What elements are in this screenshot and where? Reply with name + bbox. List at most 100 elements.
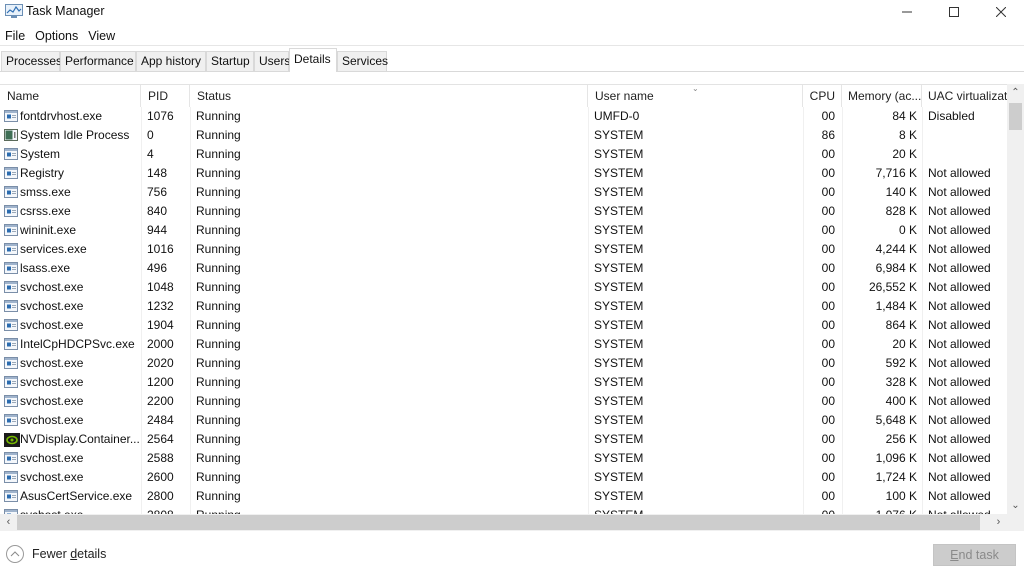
process-memory: 328 K <box>885 375 917 389</box>
tab-performance[interactable]: Performance <box>60 51 136 71</box>
tab-services[interactable]: Services <box>337 51 388 71</box>
footer-bar: Fewer details End task <box>0 531 1024 576</box>
process-pid: 1232 <box>147 299 174 313</box>
table-row[interactable]: lsass.exe 496 Running SYSTEM 00 6,984 K Not al… <box>0 259 1007 278</box>
process-cpu: 00 <box>821 280 835 294</box>
table-row[interactable]: svchost.exe 2484 Running SYSTEM 00 5,648 K Not… <box>0 411 1007 430</box>
process-name: System Idle Process <box>20 128 130 142</box>
table-row[interactable]: smss.exe 756 Running SYSTEM 00 140 K Not allow… <box>0 183 1007 202</box>
process-user-name: SYSTEM <box>594 375 644 389</box>
process-pid: 2020 <box>147 356 174 370</box>
tab-details[interactable]: Details <box>289 48 337 72</box>
process-pid: 1048 <box>147 280 174 294</box>
scroll-right-arrow-icon[interactable]: › <box>990 514 1007 531</box>
process-name: fontdrvhost.exe <box>20 109 103 123</box>
end-task-label: nd task <box>958 548 999 562</box>
scroll-up-arrow-icon[interactable]: ⌃ <box>1007 84 1024 101</box>
tab-processes[interactable]: Processes <box>1 51 62 71</box>
process-pid: 2564 <box>147 432 174 446</box>
process-cpu: 00 <box>821 242 835 256</box>
table-row[interactable]: IntelCpHDCPSvc.exe 2000 Running SYSTEM 00 20 … <box>0 335 1007 354</box>
vertical-scroll-thumb[interactable] <box>1009 103 1022 130</box>
table-row[interactable]: fontdrvhost.exe 1076 Running UMFD-0 00 84 K Di… <box>0 107 1007 126</box>
process-status: Running <box>196 223 241 237</box>
table-row[interactable]: svchost.exe 2600 Running SYSTEM 00 1,724 K Not… <box>0 468 1007 487</box>
table-row[interactable]: svchost.exe 1200 Running SYSTEM 00 328 K Not a… <box>0 373 1007 392</box>
maximize-button[interactable] <box>931 0 977 24</box>
process-status: Running <box>196 204 241 218</box>
process-user-name: SYSTEM <box>594 261 644 275</box>
process-pid: 4 <box>147 147 154 161</box>
menu-view[interactable]: View <box>83 27 120 45</box>
process-pid: 0 <box>147 128 154 142</box>
process-name: csrss.exe <box>20 204 71 218</box>
column-header-status[interactable]: Status <box>190 85 588 107</box>
table-row[interactable]: svchost.exe 1048 Running SYSTEM 00 26,552 K No… <box>0 278 1007 297</box>
table-row[interactable]: svchost.exe 2808 Running SYSTEM 00 1,076 K Not… <box>0 506 1007 514</box>
table-row[interactable]: Registry 148 Running SYSTEM 00 7,716 K Not all… <box>0 164 1007 183</box>
close-button[interactable] <box>978 0 1024 24</box>
process-uac-virtualization <box>928 126 1007 145</box>
process-cpu: 00 <box>821 356 835 370</box>
end-task-button[interactable]: End task <box>933 544 1016 566</box>
tab-users[interactable]: Users <box>254 51 290 71</box>
table-row[interactable]: csrss.exe 840 Running SYSTEM 00 828 K Not allo… <box>0 202 1007 221</box>
process-memory: 4,244 K <box>875 242 917 256</box>
process-status: Running <box>196 166 241 180</box>
maximize-icon <box>949 7 959 17</box>
table-row[interactable]: System 4 Running SYSTEM 00 20 K <box>0 145 1007 164</box>
tab-strip-divider <box>0 71 1024 72</box>
close-icon <box>996 7 1006 17</box>
column-header-uac-virtualization[interactable]: UAC virtualizati <box>922 85 1007 107</box>
process-name: svchost.exe <box>20 318 84 332</box>
process-user-name: SYSTEM <box>594 413 644 427</box>
end-task-accelerator: E <box>950 548 959 562</box>
process-cpu: 00 <box>821 204 835 218</box>
column-header-name[interactable]: Name <box>0 85 141 107</box>
process-uac-virtualization <box>928 145 1007 164</box>
process-user-name: SYSTEM <box>594 318 644 332</box>
tab-startup[interactable]: Startup <box>206 51 254 71</box>
app-window-icon <box>4 300 18 312</box>
process-user-name: SYSTEM <box>594 166 644 180</box>
app-window-icon <box>4 224 18 236</box>
table-row[interactable]: System Idle Process 0 Running SYSTEM 86 8 K <box>0 126 1007 145</box>
process-cpu: 00 <box>821 375 835 389</box>
table-row[interactable]: svchost.exe 1232 Running SYSTEM 00 1,484 K Not… <box>0 297 1007 316</box>
process-user-name: SYSTEM <box>594 299 644 313</box>
column-header-memory[interactable]: Memory (ac... <box>842 85 922 107</box>
table-header: Name PID Status User name CPU Memory (ac… <box>0 85 1007 107</box>
minimize-button[interactable] <box>884 0 930 24</box>
process-user-name: SYSTEM <box>594 432 644 446</box>
app-window-icon <box>4 471 18 483</box>
process-status: Running <box>196 432 241 446</box>
horizontal-scroll-thumb[interactable] <box>17 515 980 530</box>
process-uac-virtualization: Not allowed <box>928 337 991 351</box>
tab-app-history[interactable]: App history <box>136 51 206 71</box>
scroll-down-arrow-icon[interactable]: ⌄ <box>1007 497 1024 514</box>
process-uac-virtualization: Not allowed <box>928 223 991 237</box>
table-row[interactable]: wininit.exe 944 Running SYSTEM 00 0 K Not allo… <box>0 221 1007 240</box>
vertical-scrollbar[interactable]: ⌃ ⌄ <box>1007 84 1024 514</box>
table-row[interactable]: AsusCertService.exe 2800 Running SYSTEM 00 10… <box>0 487 1007 506</box>
table-row[interactable]: svchost.exe 2588 Running SYSTEM 00 1,096 K Not… <box>0 449 1007 468</box>
app-window-icon <box>4 148 18 160</box>
table-row[interactable]: svchost.exe 2020 Running SYSTEM 00 592 K Not a… <box>0 354 1007 373</box>
process-cpu: 00 <box>821 299 835 313</box>
scroll-left-arrow-icon[interactable]: ‹ <box>0 514 17 531</box>
horizontal-scrollbar[interactable]: ‹ › <box>0 514 1007 531</box>
app-window-icon <box>4 281 18 293</box>
process-memory: 20 K <box>892 337 917 351</box>
column-header-cpu[interactable]: CPU <box>803 85 842 107</box>
table-row[interactable]: svchost.exe 1904 Running SYSTEM 00 864 K Not a… <box>0 316 1007 335</box>
process-memory: 400 K <box>885 394 917 408</box>
column-header-pid[interactable]: PID <box>141 85 190 107</box>
menu-file[interactable]: File <box>0 27 30 45</box>
menu-options[interactable]: Options <box>30 27 83 45</box>
task-manager-app-icon <box>5 4 23 18</box>
table-row[interactable]: services.exe 1016 Running SYSTEM 00 4,244 K No… <box>0 240 1007 259</box>
table-row[interactable]: NVDisplay.Container.... 2564 Running SYSTEM… <box>0 430 1007 449</box>
fewer-details-button[interactable]: Fewer details <box>6 545 106 563</box>
table-row[interactable]: svchost.exe 2200 Running SYSTEM 00 400 K Not a… <box>0 392 1007 411</box>
process-pid: 840 <box>147 204 168 218</box>
